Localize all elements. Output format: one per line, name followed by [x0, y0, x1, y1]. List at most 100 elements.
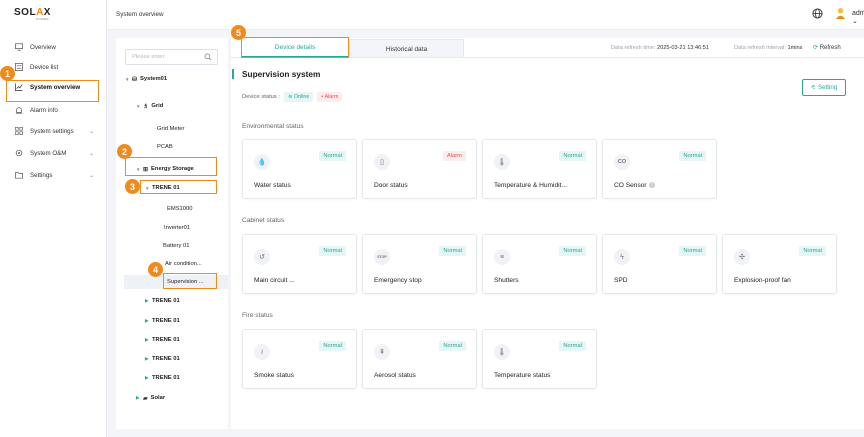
card-label-text: CO Sensor [614, 182, 647, 189]
status-badge: Normal [679, 151, 706, 161]
caret-down-icon[interactable]: ▼ [136, 167, 143, 172]
status-badge: Normal [559, 151, 586, 161]
nav-item-system-o-m[interactable]: System O&M ⌄ [0, 146, 106, 160]
tree-node[interactable]: Inverter01 [164, 222, 190, 234]
nav-item-label: Settings [30, 171, 53, 179]
refresh-time: Data refresh time: 2025-03-21 13:46:51 [611, 45, 709, 51]
tree-node-label: TRENE 01 [152, 185, 180, 191]
caret-down-icon[interactable]: ▼ [145, 186, 152, 191]
search-icon[interactable] [204, 53, 212, 61]
tab-device-details[interactable]: Device details [241, 39, 349, 58]
nav-item-system-overview[interactable]: System overview [0, 80, 106, 94]
tree-node[interactable]: ▶ TRENE 01 [145, 315, 180, 327]
nav-item-alarm-info[interactable]: Alarm info [0, 103, 106, 117]
status-badge: Normal [319, 246, 346, 256]
nav-item-settings[interactable]: Settings ⌄ [0, 168, 106, 182]
status-badge: Normal [679, 246, 706, 256]
monitor-icon [15, 43, 23, 51]
card-label-text: Temperature status [494, 372, 551, 379]
tree-node[interactable]: ▶ TRENE 01 [145, 353, 180, 365]
status-card[interactable]: 🌡 Normal Temperature status [482, 329, 597, 389]
tree-node[interactable]: ▶ ▰ Solar [136, 392, 165, 404]
status-card[interactable]: CO Normal CO Sensor? [602, 139, 717, 199]
refresh-interval-label: Data refresh interval: [734, 45, 786, 51]
page-title: System overview [116, 11, 164, 18]
tree-node-label: Grid [151, 103, 164, 109]
nav-item-label: System settings [30, 127, 74, 135]
status-card[interactable]: ▯ Alarm Door status [362, 139, 477, 199]
group-title: Fire status [242, 312, 273, 319]
step-marker-1: 1 [0, 66, 15, 81]
tree-node-icon: ♗ [143, 103, 149, 110]
setting-button[interactable]: ⚟ Setting [802, 79, 846, 96]
tree-node-selected[interactable]: Supervision ... [167, 276, 204, 288]
caret-right-icon[interactable]: ▶ [145, 375, 152, 381]
tree-node[interactable]: Battery 01 [163, 240, 189, 252]
help-icon[interactable]: ? [648, 182, 655, 189]
status-badge: Normal [559, 341, 586, 351]
setting-label: Setting [818, 84, 838, 91]
nav-item-device-list[interactable]: Device list [0, 60, 106, 74]
avatar[interactable] [835, 7, 846, 20]
globe-icon[interactable] [812, 8, 823, 19]
status-card[interactable]: ≡ Normal Shutters [482, 234, 597, 294]
status-card[interactable]: ✣ Normal Explosion-proof fan [722, 234, 837, 294]
caret-right-icon[interactable]: ▶ [145, 318, 152, 324]
folder-icon [15, 171, 23, 179]
nav-item-system-settings[interactable]: System settings ⌄ [0, 124, 106, 138]
caret-right-icon[interactable]: ▶ [145, 356, 152, 362]
tree-node-label: EMS1000 [167, 206, 193, 212]
tree-node[interactable]: ▶ TRENE 01 [145, 372, 180, 384]
card-label-text: SPD [614, 277, 628, 284]
tree-node[interactable]: PCAB [157, 141, 173, 153]
status-card[interactable]: ⇞ Normal Aerosol status [362, 329, 477, 389]
smoke-icon: ≀ [254, 344, 270, 360]
caret-right-icon[interactable]: ▶ [145, 298, 152, 304]
card-label: Water status [254, 182, 291, 189]
thermometer-icon: 🌡 [494, 344, 510, 360]
card-label-text: Explosion-proof fan [734, 277, 791, 284]
tree-node[interactable]: Air condition... [165, 258, 202, 270]
refresh-button[interactable]: ⟳ Refresh [813, 44, 841, 51]
card-label-text: Door status [374, 182, 408, 189]
tree-node[interactable]: ▼ ⊞ Energy Storage [136, 163, 194, 175]
nav-item-label: System O&M [30, 149, 67, 157]
status-card[interactable]: ϟ Normal SPD [602, 234, 717, 294]
status-card[interactable]: 💧 Normal Water status [242, 139, 357, 199]
status-card[interactable]: STOP Normal Emergency stop [362, 234, 477, 294]
nav-item-overview[interactable]: Overview [0, 40, 106, 54]
user-menu[interactable]: admin ⌄ [852, 10, 864, 25]
card-label-text: Water status [254, 182, 291, 189]
tree-node-label: Supervision ... [167, 279, 204, 285]
caret-down-icon[interactable]: ▼ [136, 104, 143, 109]
card-label-text: Shutters [494, 277, 519, 284]
tree-node[interactable]: ▶ TRENE 01 [145, 334, 180, 346]
tree-node[interactable]: ▼ ♗ Grid [136, 100, 163, 112]
tree-node-label: Energy Storage [151, 166, 194, 172]
status-card[interactable]: ≀ Normal Smoke status [242, 329, 357, 389]
caret-down-icon[interactable]: ▼ [125, 77, 132, 82]
caret-right-icon[interactable]: ▶ [145, 337, 152, 343]
tree-node[interactable]: Grid Meter [157, 123, 184, 135]
tree-search[interactable] [125, 49, 218, 65]
card-label: Shutters [494, 277, 519, 284]
section-marker [232, 69, 234, 79]
card-label: SPD [614, 277, 628, 284]
status-card[interactable]: ↺ Normal Main circuit ... [242, 234, 357, 294]
fan-icon: ✣ [734, 249, 750, 265]
status-card[interactable]: 🌡 Normal Temperature & Humidit... [482, 139, 597, 199]
step-marker-4: 4 [148, 262, 163, 277]
tree-node-label: Inverter01 [164, 225, 191, 231]
tree-node[interactable]: EMS1000 [167, 203, 192, 215]
tree-node-label: Solar [150, 395, 166, 401]
search-input[interactable] [126, 50, 201, 64]
temperature-humidity-icon: 🌡 [494, 154, 510, 170]
shutters-icon: ≡ [494, 249, 510, 265]
tree-node[interactable]: ▼ ⛁ System01 [125, 73, 167, 85]
tree-node[interactable]: ▼ TRENE 01 [145, 182, 180, 194]
status-badge: Normal [439, 341, 466, 351]
tab-historical-data[interactable]: Historical data [349, 39, 464, 58]
chevron-down-icon: ⌄ [88, 128, 94, 135]
tree-node[interactable]: ▶ TRENE 01 [145, 295, 180, 307]
caret-right-icon[interactable]: ▶ [136, 395, 143, 401]
